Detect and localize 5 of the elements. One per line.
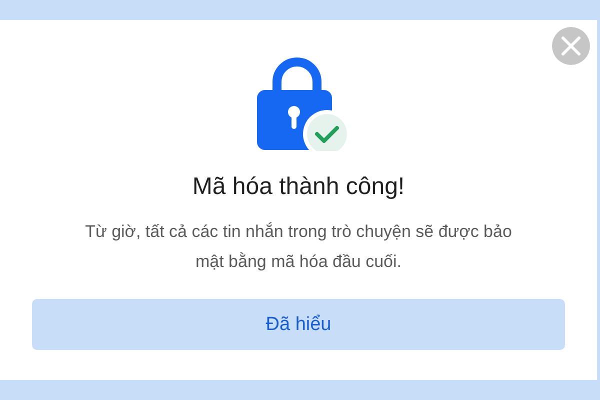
- close-button[interactable]: [552, 27, 590, 65]
- close-icon: [560, 35, 582, 57]
- dialog-title: Mã hóa thành công!: [192, 173, 405, 201]
- dialog-message: Từ giờ, tất cả các tin nhắn trong trò chuyện sẽ được bảo mật bằng mã hóa đầu cuối.: [84, 221, 513, 273]
- confirm-button[interactable]: Đã hiểu: [32, 299, 565, 350]
